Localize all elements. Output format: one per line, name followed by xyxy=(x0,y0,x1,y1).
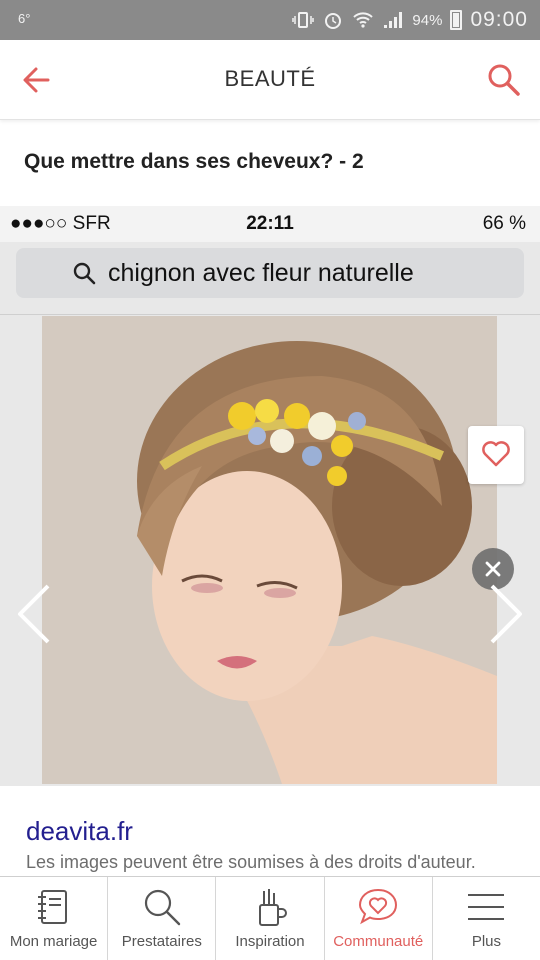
favorite-button[interactable] xyxy=(468,426,524,484)
nav-item-mon-mariage[interactable]: Mon mariage xyxy=(0,877,109,960)
image-source: deavita.fr Les images peuvent être soumi… xyxy=(0,786,540,878)
status-temperature: 6° xyxy=(18,11,31,26)
notebook-icon xyxy=(37,890,67,924)
nav-item-prestataires[interactable]: Prestataires xyxy=(108,877,217,960)
page-title: BEAUTÉ xyxy=(224,66,316,91)
copyright-note: Les images peuvent être soumises à des d… xyxy=(26,852,476,872)
nav-label: Plus xyxy=(471,933,501,950)
status-bar: 6° 94% 09:00 xyxy=(0,0,540,40)
status-time: 09:00 xyxy=(470,8,528,31)
battery-icon xyxy=(450,10,463,30)
embedded-search-query: chignon avec fleur naturelle xyxy=(108,259,414,287)
embedded-search-bar: chignon avec fleur naturelle xyxy=(16,248,524,298)
post-title: Que mettre dans ses cheveux? - 2 xyxy=(24,150,364,173)
menu-icon xyxy=(468,894,505,920)
nav-label: Prestataires xyxy=(121,933,202,950)
nav-item-inspiration[interactable]: Inspiration xyxy=(216,877,325,960)
search-icon[interactable] xyxy=(486,62,522,98)
heart-icon xyxy=(482,441,510,467)
bride-photo xyxy=(42,316,497,784)
battery-percent: 94% xyxy=(412,11,443,29)
close-icon xyxy=(485,561,501,577)
brush-cup-icon xyxy=(259,889,287,926)
bottom-navigation: Mon mariage Prestataires Inspiration Com… xyxy=(0,876,540,960)
nav-label: Inspiration xyxy=(235,933,305,950)
source-name[interactable]: deavita.fr xyxy=(26,816,133,847)
signal-icon xyxy=(384,12,403,28)
divider xyxy=(0,314,540,315)
wifi-icon xyxy=(353,12,374,28)
nav-label: Communauté xyxy=(333,933,424,950)
chevron-left-icon[interactable] xyxy=(14,582,54,646)
nav-item-communaute[interactable]: Communauté xyxy=(325,877,433,960)
embedded-status-bar: ●●●○○ SFR 22:11 66 % xyxy=(0,206,540,242)
search-icon xyxy=(144,889,180,926)
status-icons: 94% 09:00 xyxy=(292,5,528,35)
nav-item-plus[interactable]: Plus xyxy=(433,877,540,960)
vibrate-icon xyxy=(292,12,315,28)
chat-heart-icon xyxy=(359,888,398,925)
alarm-icon xyxy=(325,13,342,29)
chevron-right-icon[interactable] xyxy=(486,582,526,646)
post-image[interactable]: ●●●○○ SFR 22:11 66 % chignon avec fleur … xyxy=(0,206,540,786)
nav-label: Mon mariage xyxy=(9,933,98,950)
magnifier-icon xyxy=(73,262,96,285)
embedded-time: 22:11 xyxy=(246,213,294,234)
embedded-battery: 66 % xyxy=(482,213,526,234)
app-header: BEAUTÉ xyxy=(0,40,540,120)
